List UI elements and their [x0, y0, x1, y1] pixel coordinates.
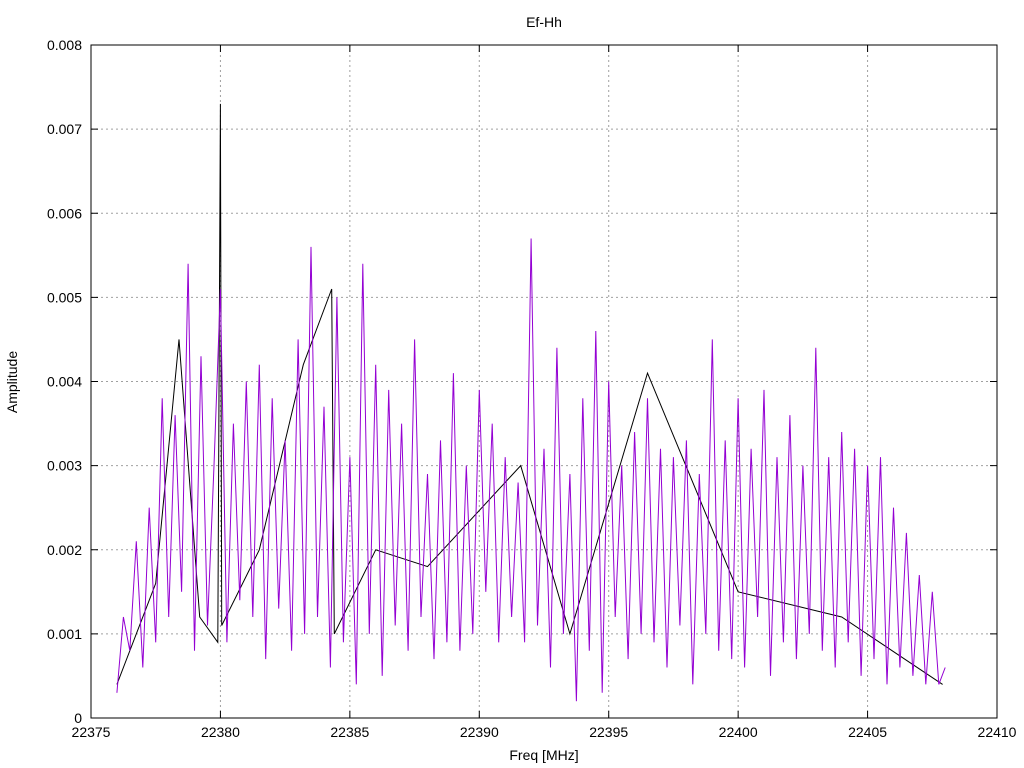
y-tick-label: 0.006 — [47, 205, 82, 221]
x-tick-label: 22385 — [330, 724, 369, 740]
ticks: 22375 22380 22385 22390 22395 22400 22405 22410… — [47, 37, 1017, 740]
y-tick-label: 0 — [74, 710, 82, 726]
y-tick-label: 0.001 — [47, 626, 82, 642]
x-axis-label: Freq [MHz] — [509, 747, 578, 763]
x-tick-label: 22400 — [719, 724, 758, 740]
chart: 22375 22380 22385 22390 22395 22400 22405 22410… — [4, 14, 1017, 763]
y-axis-label: Amplitude — [4, 351, 20, 413]
y-tick-label: 0.004 — [47, 374, 82, 390]
y-tick-label: 0.008 — [47, 37, 82, 53]
y-tick-label: 0.003 — [47, 458, 82, 474]
x-tick-label: 22405 — [848, 724, 887, 740]
series-line-purple — [116, 238, 946, 702]
x-tick-label: 22380 — [201, 724, 240, 740]
x-tick-label: 22390 — [460, 724, 499, 740]
x-tick-label: 22395 — [589, 724, 628, 740]
series-group — [116, 103, 946, 702]
y-tick-label: 0.002 — [47, 542, 82, 558]
series-line-black — [116, 103, 943, 685]
y-tick-label: 0.005 — [47, 289, 82, 305]
y-tick-label: 0.007 — [47, 121, 82, 137]
x-tick-label: 22375 — [72, 724, 111, 740]
chart-title: Ef-Hh — [526, 14, 562, 30]
x-tick-label: 22410 — [978, 724, 1017, 740]
